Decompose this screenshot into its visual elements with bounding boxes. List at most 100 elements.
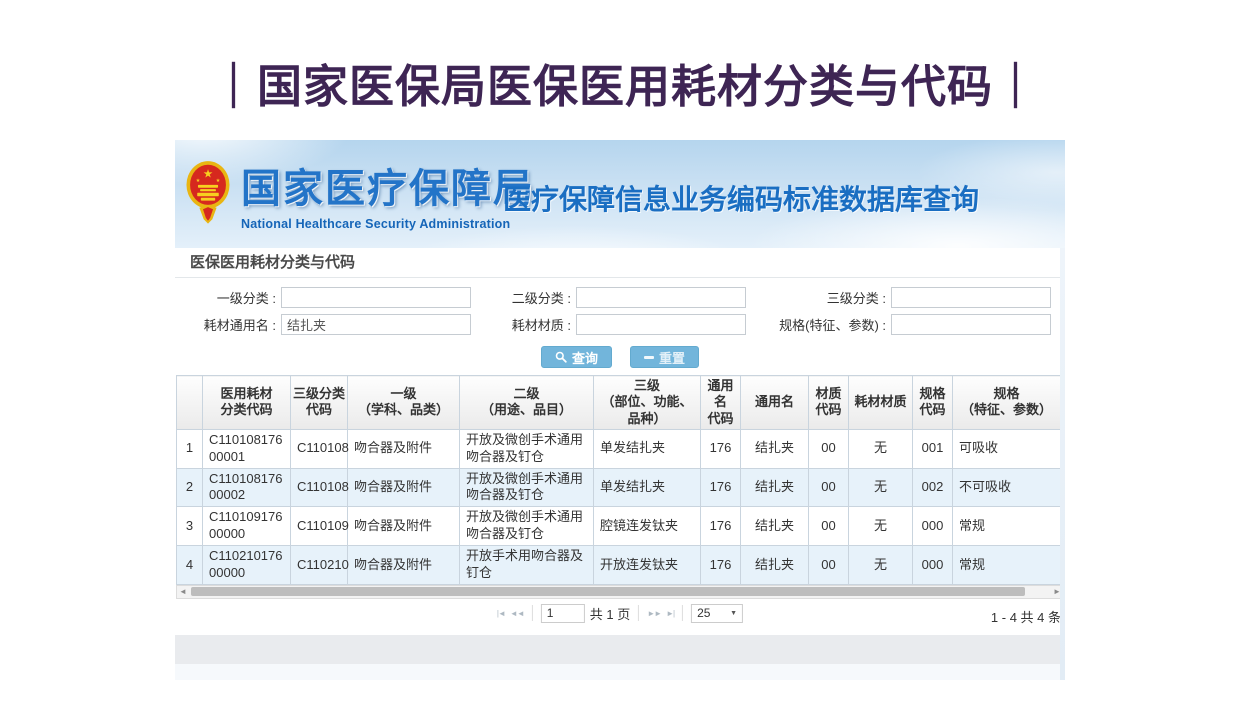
filter-common-name-label: 耗材通用名 :	[189, 315, 281, 334]
minus-icon	[644, 356, 654, 359]
form-actions: 查询 重置	[175, 343, 1065, 375]
app-container: ★ ★ ★ 国家医疗保障局 National Healthcare Securi…	[175, 140, 1065, 680]
cell-spec: 不可吸收	[953, 468, 1061, 507]
pager-prev-icon[interactable]: ◄◄	[510, 609, 524, 618]
cell-spec-code: 002	[913, 468, 953, 507]
h-scrollbar-thumb[interactable]	[191, 587, 1025, 596]
agency-name-en: National Healthcare Security Administrat…	[241, 217, 535, 231]
cell-consumable-code: C11010817600001	[203, 429, 291, 468]
col-header-consumable-code: 医用耗材 分类代码	[203, 376, 291, 430]
cell-common-name: 结扎夹	[741, 429, 809, 468]
cell-rownum: 2	[177, 468, 203, 507]
pager: |◄ ◄◄ 共 1 页 ►► ►| 25 ▼ 1 - 4 共 4 条	[175, 604, 1065, 628]
cell-common-name-code: 176	[701, 507, 741, 546]
col-header-level3-code: 三级分类 代码	[291, 376, 348, 430]
chevron-down-icon: ▼	[730, 610, 737, 617]
site-banner: ★ ★ ★ 国家医疗保障局 National Healthcare Securi…	[175, 140, 1065, 248]
col-header-common-name-code: 通用名 代码	[701, 376, 741, 430]
cell-level1: 吻合器及附件	[348, 507, 460, 546]
col-header-material-code: 材质 代码	[809, 376, 849, 430]
cell-material: 无	[849, 468, 913, 507]
footer-bar	[175, 635, 1065, 664]
cell-material: 无	[849, 507, 913, 546]
filter-material-label: 耗材材质 :	[491, 315, 576, 334]
table-row[interactable]: 4 C11021017600000 C110210 吻合器及附件 开放手术用吻合…	[177, 546, 1061, 585]
magnifier-icon	[555, 351, 567, 363]
col-header-spec-code: 规格 代码	[913, 376, 953, 430]
col-header-level2: 二级 （用途、品目）	[460, 376, 594, 430]
filter-spec-label: 规格(特征、参数) :	[766, 315, 891, 334]
col-header-material: 耗材材质	[849, 376, 913, 430]
cell-spec: 可吸收	[953, 429, 1061, 468]
cell-common-name-code: 176	[701, 429, 741, 468]
cell-level2: 开放及微创手术通用吻合器及钉仓	[460, 429, 594, 468]
horizontal-scrollbar[interactable]: ◄ ►	[176, 585, 1064, 599]
cell-rownum: 1	[177, 429, 203, 468]
cell-level3-code: C110108	[291, 468, 348, 507]
cell-level2: 开放及微创手术通用吻合器及钉仓	[460, 468, 594, 507]
cell-spec: 常规	[953, 546, 1061, 585]
cell-level2: 开放及微创手术通用吻合器及钉仓	[460, 507, 594, 546]
col-header-level1: 一级 （学科、品类）	[348, 376, 460, 430]
svg-text:★: ★	[203, 167, 213, 181]
query-button-label: 查询	[572, 348, 598, 367]
total-pages-label: 共 1 页	[590, 604, 630, 623]
table-row[interactable]: 1 C11010817600001 C110108 吻合器及附件 开放及微创手术…	[177, 429, 1061, 468]
footer-spacer	[175, 664, 1065, 680]
filter-spec-input[interactable]	[891, 314, 1051, 335]
cell-spec: 常规	[953, 507, 1061, 546]
filter-material-input[interactable]	[576, 314, 746, 335]
query-button[interactable]: 查询	[541, 346, 612, 368]
table-row[interactable]: 2 C11010817600002 C110108 吻合器及附件 开放及微创手术…	[177, 468, 1061, 507]
cell-level3: 腔镜连发钛夹	[594, 507, 701, 546]
national-emblem-icon: ★ ★ ★	[185, 159, 231, 225]
svg-text:★: ★	[216, 178, 221, 184]
page-number-input[interactable]	[541, 604, 585, 623]
cell-common-name-code: 176	[701, 546, 741, 585]
col-header-common-name: 通用名	[741, 376, 809, 430]
agency-name-block: 国家医疗保障局 National Healthcare Security Adm…	[241, 156, 535, 231]
cell-common-name: 结扎夹	[741, 468, 809, 507]
cell-level2: 开放手术用吻合器及钉仓	[460, 546, 594, 585]
col-header-rownum	[177, 376, 203, 430]
table-row[interactable]: 3 C11010917600000 C110109 吻合器及附件 开放及微创手术…	[177, 507, 1061, 546]
filter-level1-input[interactable]	[281, 287, 471, 308]
cell-material-code: 00	[809, 546, 849, 585]
pager-divider	[532, 605, 533, 621]
cell-common-name: 结扎夹	[741, 507, 809, 546]
table-header-row: 医用耗材 分类代码 三级分类 代码 一级 （学科、品类） 二级 （用途、品目） …	[177, 376, 1061, 430]
results-table: 医用耗材 分类代码 三级分类 代码 一级 （学科、品类） 二级 （用途、品目） …	[176, 375, 1061, 585]
cell-consumable-code: C11010817600002	[203, 468, 291, 507]
cell-rownum: 4	[177, 546, 203, 585]
cell-level3-code: C110109	[291, 507, 348, 546]
pager-last-icon[interactable]: ►|	[666, 609, 674, 618]
cell-rownum: 3	[177, 507, 203, 546]
cell-spec-code: 001	[913, 429, 953, 468]
cell-material: 无	[849, 429, 913, 468]
cell-spec-code: 000	[913, 546, 953, 585]
pager-divider	[638, 605, 639, 621]
cell-level1: 吻合器及附件	[348, 546, 460, 585]
pager-next-icon[interactable]: ►►	[647, 609, 661, 618]
cell-material-code: 00	[809, 429, 849, 468]
pager-first-icon[interactable]: |◄	[497, 609, 505, 618]
scroll-right-icon[interactable]: ►	[1051, 586, 1063, 598]
content-area: 医保医用耗材分类与代码 一级分类 : 二级分类 : 三级分类 :	[175, 248, 1065, 680]
filter-level3-label: 三级分类 :	[766, 288, 891, 307]
cell-common-name-code: 176	[701, 468, 741, 507]
scroll-left-icon[interactable]: ◄	[177, 586, 189, 598]
agency-name-cn: 国家医疗保障局	[241, 156, 535, 214]
page-size-value: 25	[697, 606, 710, 620]
filter-level1-label: 一级分类 :	[189, 288, 281, 307]
page-title: ｜国家医保局医保医用耗材分类与代码｜	[0, 50, 1250, 115]
cell-level1: 吻合器及附件	[348, 429, 460, 468]
filter-level3-input[interactable]	[891, 287, 1051, 308]
filter-level2-input[interactable]	[576, 287, 746, 308]
filter-common-name-input[interactable]	[281, 314, 471, 335]
reset-button[interactable]: 重置	[630, 346, 699, 368]
cell-material-code: 00	[809, 507, 849, 546]
cell-consumable-code: C11021017600000	[203, 546, 291, 585]
page-size-select[interactable]: 25 ▼	[691, 604, 743, 623]
cell-material-code: 00	[809, 468, 849, 507]
cell-level3: 开放连发钛夹	[594, 546, 701, 585]
